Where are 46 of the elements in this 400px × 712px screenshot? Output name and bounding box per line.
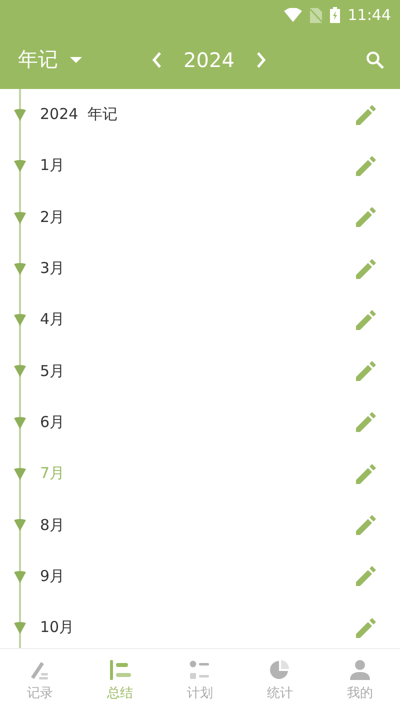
- year-label: 2024: [184, 48, 234, 72]
- edit-button[interactable]: [356, 566, 376, 586]
- timeline-marker-icon: [14, 314, 26, 326]
- timeline-marker-icon: [14, 416, 26, 429]
- timeline-marker-icon: [14, 622, 26, 634]
- timeline-item[interactable]: 1月: [40, 156, 356, 176]
- next-year-button[interactable]: [256, 52, 266, 68]
- edit-button[interactable]: [356, 156, 376, 176]
- edit-button[interactable]: [356, 310, 376, 330]
- timeline-item[interactable]: 5月: [40, 362, 356, 381]
- pencil-icon: [29, 659, 51, 681]
- edit-button[interactable]: [356, 515, 376, 536]
- timeline-marker-icon: [14, 109, 26, 121]
- timeline-marker-icon: [14, 212, 26, 224]
- timeline-item[interactable]: 10月: [40, 618, 356, 638]
- edit-button[interactable]: [356, 104, 376, 125]
- timeline-item[interactable]: 4月: [40, 310, 356, 330]
- timeline-marker-icon: [14, 519, 26, 532]
- timeline-item[interactable]: 2024 年记: [40, 105, 356, 124]
- dropdown-caret-icon[interactable]: [70, 56, 82, 62]
- timeline-item[interactable]: 6月: [40, 412, 356, 432]
- timeline-marker-icon: [14, 570, 26, 583]
- clock-time: 11:44: [348, 6, 391, 24]
- edit-button[interactable]: [356, 258, 376, 279]
- timeline-item[interactable]: 9月: [40, 566, 356, 586]
- person-icon: [349, 659, 371, 681]
- timeline-marker-icon: [14, 160, 26, 172]
- wifi-icon: [284, 8, 302, 22]
- edit-button[interactable]: [356, 361, 376, 382]
- edit-button[interactable]: [356, 464, 376, 484]
- no-sim-icon: [310, 8, 322, 22]
- edit-button[interactable]: [356, 618, 376, 638]
- timeline-item[interactable]: 8月: [40, 516, 356, 535]
- timeline-item[interactable]: 3月: [40, 259, 356, 278]
- checklist-icon: [189, 659, 211, 681]
- pie-chart-icon: [269, 659, 291, 681]
- list-icon: [109, 659, 131, 681]
- edit-button[interactable]: [356, 412, 376, 432]
- timeline-item[interactable]: 2月: [40, 208, 356, 227]
- timeline-marker-icon: [14, 365, 26, 378]
- search-button[interactable]: [366, 50, 384, 68]
- previous-year-button[interactable]: [152, 52, 162, 68]
- timeline-marker-icon: [14, 262, 26, 275]
- timeline-marker-icon: [14, 468, 26, 480]
- edit-button[interactable]: [356, 207, 376, 228]
- battery-icon: [330, 7, 340, 23]
